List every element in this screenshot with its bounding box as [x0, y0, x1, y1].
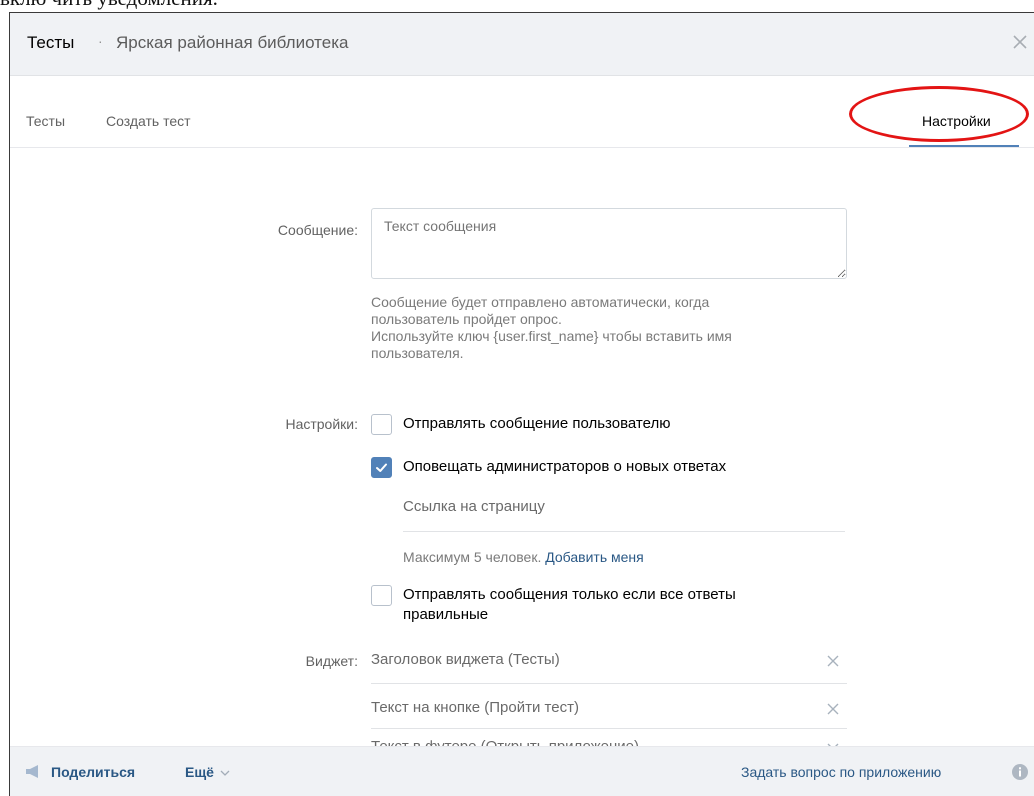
- only-correct-label-line: Отправлять сообщения только если все отв…: [403, 586, 736, 603]
- only-correct-label-line: правильные: [403, 606, 489, 623]
- background-page-text: вклю чить уведомления.: [0, 0, 218, 11]
- widget-label: Виджет:: [305, 653, 358, 669]
- max-people-label: Максимум 5 человек.: [403, 549, 542, 565]
- modal-title: Тесты: [27, 33, 75, 52]
- button-text-input[interactable]: Текст на кнопке (Пройти тест): [371, 699, 579, 716]
- max-people-text: Максимум 5 человек. Добавить меня: [403, 549, 644, 565]
- send-to-user-checkbox[interactable]: [371, 414, 392, 435]
- chevron-down-icon: [220, 770, 230, 776]
- close-icon[interactable]: [1010, 32, 1030, 52]
- more-button[interactable]: Ещё: [185, 764, 230, 780]
- ask-question-link[interactable]: Задать вопрос по приложению: [741, 764, 941, 780]
- red-annotation-ellipse: [849, 86, 1029, 142]
- modal-footer: Поделиться Ещё Задать вопрос по приложен…: [10, 746, 1034, 796]
- tab-tests[interactable]: Тесты: [26, 113, 65, 129]
- more-label: Ещё: [185, 764, 214, 780]
- clear-button-text-icon[interactable]: [826, 702, 840, 716]
- notify-admins-checkbox[interactable]: [371, 457, 392, 478]
- info-icon[interactable]: [1011, 763, 1029, 781]
- clear-widget-title-icon[interactable]: [826, 654, 840, 668]
- tab-create-test[interactable]: Создать тест: [106, 113, 191, 129]
- widget-title-input[interactable]: Заголовок виджета (Тесты): [371, 651, 560, 668]
- share-button[interactable]: Поделиться: [25, 764, 135, 780]
- only-correct-label[interactable]: Отправлять сообщения только если все отв…: [403, 585, 736, 625]
- active-tab-indicator: [909, 145, 1019, 147]
- button-text-underline: [371, 728, 847, 729]
- share-label: Поделиться: [51, 764, 136, 780]
- message-hint: Сообщение будет отправлено автоматически…: [371, 294, 841, 362]
- send-to-user-label[interactable]: Отправлять сообщение пользователю: [403, 414, 670, 434]
- settings-label: Настройки:: [285, 416, 358, 432]
- add-me-link[interactable]: Добавить меня: [545, 549, 644, 565]
- notify-admins-label[interactable]: Оповещать администраторов о новых ответа…: [403, 457, 726, 477]
- only-correct-checkbox[interactable]: [371, 585, 392, 606]
- hint-line: пользователь пройдет опрос.: [371, 311, 562, 327]
- page-link-input[interactable]: Ссылка на страницу: [403, 498, 545, 515]
- title-separator: ·: [98, 33, 103, 49]
- message-label: Сообщение:: [277, 222, 358, 238]
- message-input[interactable]: [371, 208, 847, 279]
- widget-title-underline: [371, 683, 847, 684]
- settings-form: Сообщение: Сообщение будет отправлено ав…: [10, 148, 1034, 755]
- checkmark-icon: [376, 463, 387, 472]
- modal-header: Тесты · Ярская районная библиотека: [10, 13, 1034, 76]
- community-name: Ярская районная библиотека: [116, 33, 349, 52]
- hint-line: пользователя.: [371, 345, 464, 361]
- page-link-underline: [403, 531, 845, 532]
- hint-line: Используйте ключ {user.first_name} чтобы…: [371, 328, 732, 344]
- hint-line: Сообщение будет отправлено автоматически…: [371, 294, 710, 310]
- tests-app-modal: Тесты · Ярская районная библиотека Тесты…: [9, 12, 1034, 796]
- megaphone-icon: [26, 765, 38, 778]
